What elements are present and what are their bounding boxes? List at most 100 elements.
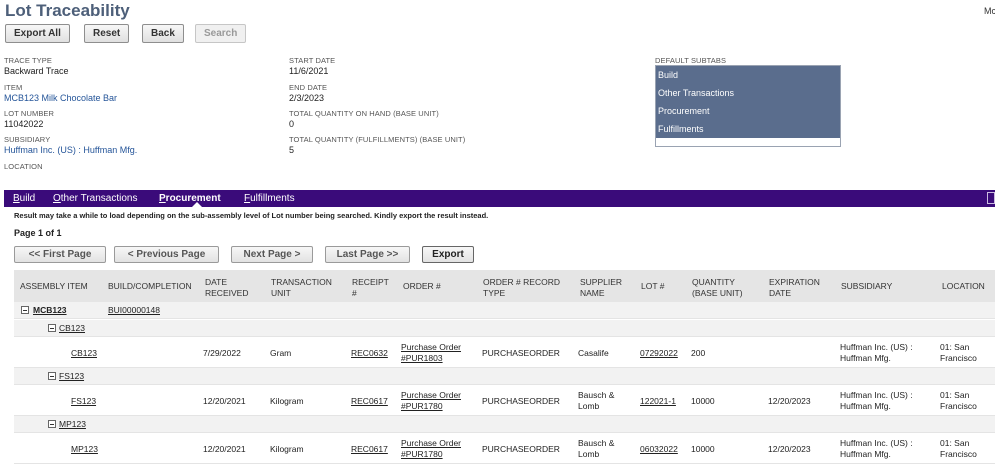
collapse-toggle-icon[interactable] [48,372,56,380]
row-lot-link[interactable]: 06032022 [640,444,678,455]
row-supplier-line2: Lomb [578,401,600,411]
default-subtabs-label: DEFAULT SUBTABS [655,56,727,65]
row-expiration-date: 12/20/2023 [768,396,811,406]
tab-other-transactions[interactable]: Other Transactions [53,193,138,204]
subtab-option-procurement[interactable]: Procurement [656,102,840,120]
table-group-row: MP123 [14,416,995,433]
col-lot: LOT # [641,281,665,291]
collapse-toggle-icon[interactable] [48,420,56,428]
export-button[interactable]: Export [422,246,474,263]
collapse-toggle-icon[interactable] [21,306,29,314]
trace-type-label: TRACE TYPE [4,56,52,65]
default-subtabs-select[interactable]: Build Other Transactions Procurement Ful… [655,65,841,147]
col-date-received: DATE RECEIVED [205,277,248,299]
tab-procurement[interactable]: Procurement [159,193,221,204]
col-order-record-type-line2: TYPE [483,288,506,298]
row-location: 01: San Francisco [940,438,977,460]
tab-fulfillments[interactable]: Fulfillments [244,193,295,204]
subtab-option-other-transactions[interactable]: Other Transactions [656,84,840,102]
col-order-record-type-line1: ORDER # RECORD [483,277,560,287]
row-item-link[interactable]: CB123 [71,348,97,359]
row-receipt-link[interactable]: REC0617 [351,444,388,455]
build-completion-link[interactable]: BUI00000148 [108,305,160,316]
table-group-row: FS123 [14,368,995,385]
next-page-button[interactable]: Next Page > [231,246,313,263]
lot-number-label: LOT NUMBER [4,109,55,118]
tab-other-transactions-label: ther Transactions [60,193,138,204]
trace-type-value: Backward Trace [4,66,69,76]
qty-fulfillments-value: 5 [289,145,295,155]
table-group-row: CB123 [14,320,995,337]
row-location: 01: San Francisco [940,342,977,364]
active-tab-indicator [192,202,202,207]
previous-page-button[interactable]: < Previous Page [114,246,219,263]
assembly-item-link[interactable]: MCB123 [33,305,67,316]
row-item-link[interactable]: FS123 [71,396,96,407]
tabbar-menu-icon[interactable] [987,192,995,204]
start-date-label: START DATE [289,56,336,65]
subtab-option-fulfillments[interactable]: Fulfillments [656,120,840,138]
row-quantity: 200 [691,348,706,358]
col-transaction-unit-line2: UNIT [271,288,291,298]
col-date-received-line2: RECEIVED [205,288,249,298]
export-all-button[interactable]: Export All [5,24,70,43]
row-record-type: PURCHASEORDER [482,444,560,454]
row-subsidiary-line2: Huffman Mfg. [840,353,891,363]
tab-build[interactable]: Build [13,193,35,204]
row-subsidiary-line2: Huffman Mfg. [840,401,891,411]
col-supplier-name-line1: SUPPLIER [580,277,623,287]
col-build-completion: BUILD/COMPLETION [108,281,192,291]
item-link[interactable]: MCB123 Milk Chocolate Bar [4,93,117,103]
row-record-type: PURCHASEORDER [482,348,560,358]
col-expiration-date: EXPIRATION DATE [769,277,820,299]
item-label: ITEM [4,83,23,92]
row-location-line2: Francisco [940,449,977,459]
collapse-toggle-icon[interactable] [48,324,56,332]
row-subsidiary-line1: Huffman Inc. (US) : [840,390,913,400]
row-supplier-line1: Bausch & [578,390,615,400]
row-quantity: 10000 [691,396,715,406]
col-order: ORDER # [403,281,441,291]
subtab-option-build[interactable]: Build [656,66,840,84]
subsidiary-label: SUBSIDIARY [4,135,51,144]
row-supplier-line2: Lomb [578,449,600,459]
end-date-label: END DATE [289,83,328,92]
row-subsidiary-line1: Huffman Inc. (US) : [840,342,913,352]
reset-button[interactable]: Reset [84,24,130,43]
col-subsidiary: SUBSIDIARY [841,281,893,291]
end-date-value: 2/3/2023 [289,93,325,103]
row-receipt-link[interactable]: REC0617 [351,396,388,407]
row-order-link[interactable]: Purchase Order #PUR1780 [401,390,461,412]
row-item-link[interactable]: MP123 [71,444,98,455]
first-page-button[interactable]: << First Page [14,246,106,263]
row-supplier: Bausch & Lomb [578,438,614,460]
row-order-link[interactable]: Purchase Order #PUR1803 [401,342,461,364]
subtab-bar: Build Other Transactions Procurement Ful… [4,190,995,207]
row-order-line1: Purchase Order [401,390,461,400]
row-subsidiary: Huffman Inc. (US) : Huffman Mfg. [840,390,913,412]
row-receipt-link[interactable]: REC0632 [351,348,388,359]
subsidiary-link[interactable]: Huffman Inc. (US) : Huffman Mfg. [4,145,137,155]
last-page-button[interactable]: Last Page >> [325,246,410,263]
row-lot-link[interactable]: 07292022 [640,348,678,359]
col-expiration-date-line2: DATE [769,288,792,298]
table-row-assembly: MCB123 BUI00000148 [14,302,995,319]
col-quantity-line2: (BASE UNIT) [692,288,743,298]
row-order-link[interactable]: Purchase Order #PUR1780 [401,438,461,460]
row-lot-link[interactable]: 122021-1 [640,396,676,407]
load-notice: Result may take a while to load dependin… [14,211,489,220]
tab-build-label: uild [19,193,36,204]
user-badge[interactable]: Mc [984,6,995,16]
search-button[interactable]: Search [195,24,247,43]
results-table-header: ASSEMBLY ITEM BUILD/COMPLETION DATE RECEI… [14,270,995,302]
component-group-link[interactable]: CB123 [59,323,85,334]
row-subsidiary-line1: Huffman Inc. (US) : [840,438,913,448]
row-location-line1: 01: San [940,342,970,352]
row-date-received: 12/20/2021 [203,444,246,454]
component-group-link[interactable]: MP123 [59,419,86,430]
page-info: Page 1 of 1 [14,228,62,238]
back-button[interactable]: Back [142,24,184,43]
component-group-link[interactable]: FS123 [59,371,84,382]
col-transaction-unit: TRANSACTION UNIT [271,277,332,299]
row-supplier: Casalife [578,348,609,358]
